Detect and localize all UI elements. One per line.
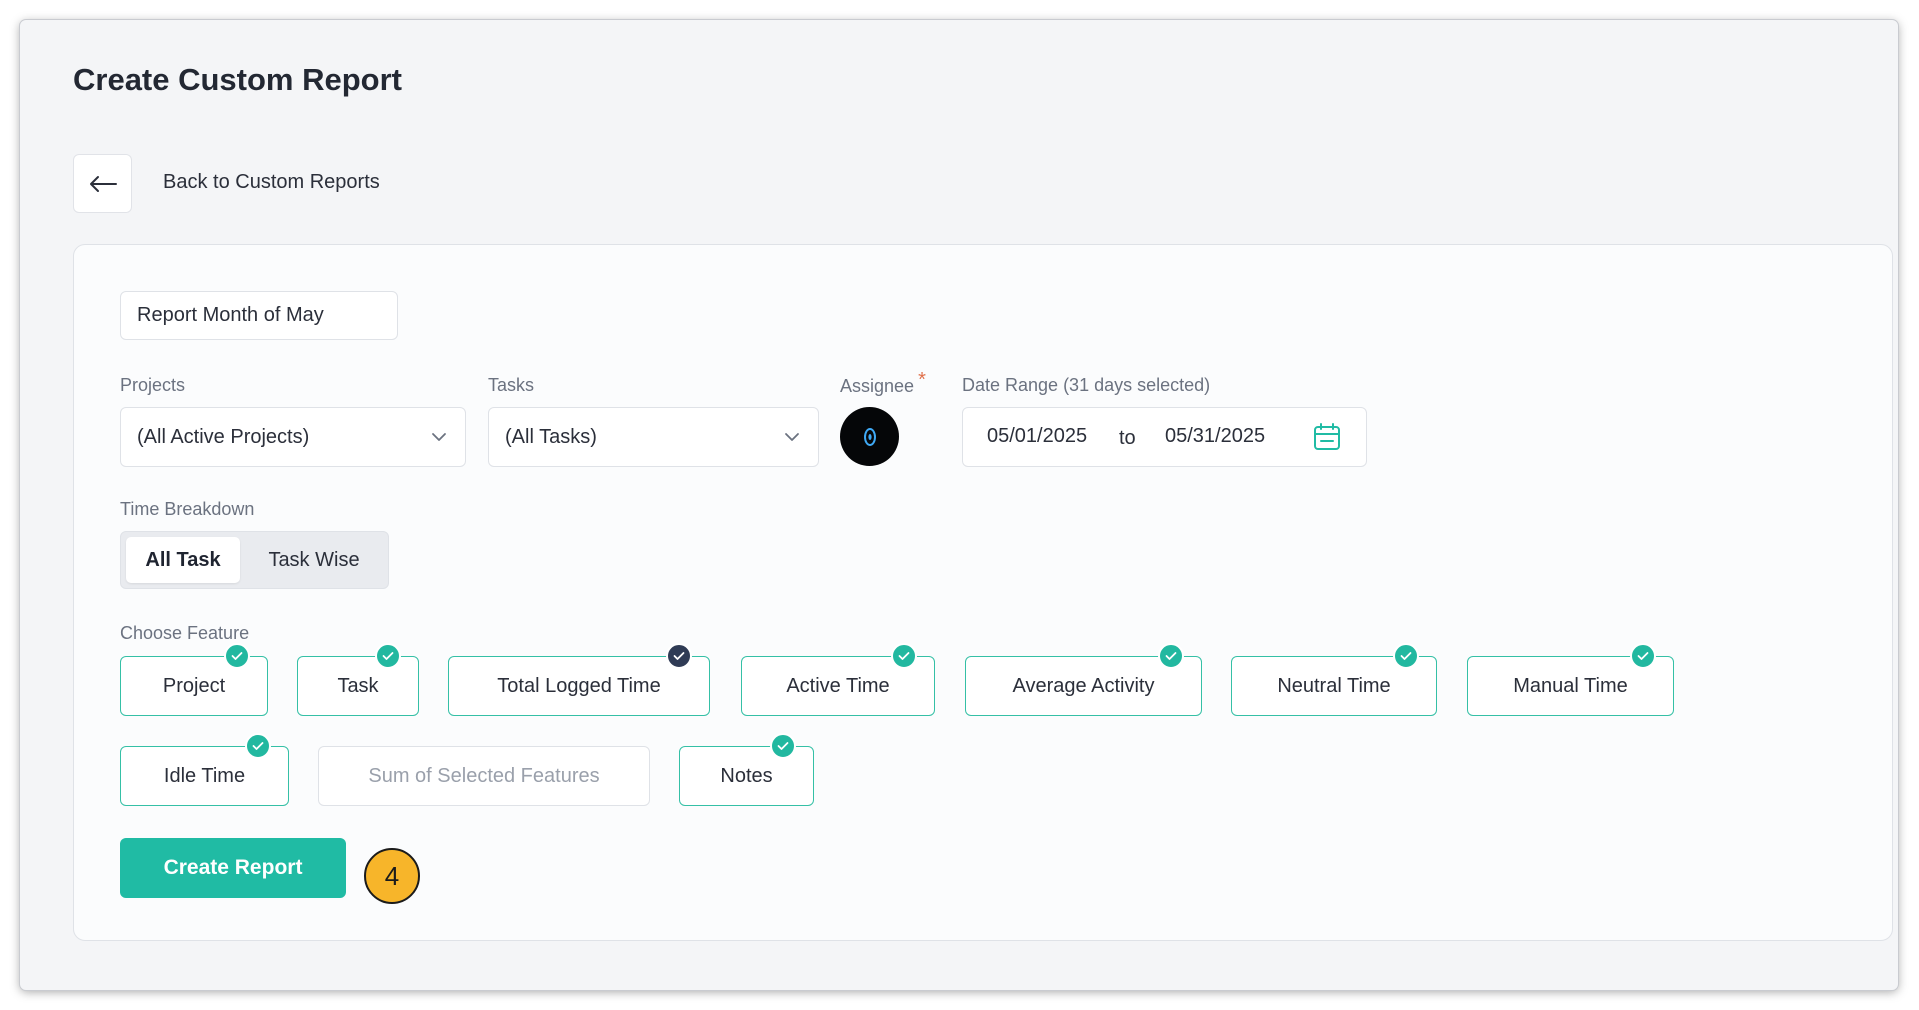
feature-chip-label: Project [162, 674, 226, 697]
check-icon [245, 733, 271, 759]
feature-chip-manual-time[interactable]: Manual Time [1467, 643, 1674, 716]
feature-chip-label: Neutral Time [1277, 674, 1391, 697]
feature-chip-label: Notes [720, 764, 773, 787]
date-start-input[interactable]: 05/01/2025 [987, 425, 1087, 448]
feature-chip-label: Idle Time [163, 764, 246, 787]
projects-select[interactable]: (All Active Projects) [120, 407, 466, 467]
feature-chip-idle-time[interactable]: Idle Time [120, 733, 289, 806]
check-icon [1158, 643, 1184, 669]
step-number-badge: 4 [364, 848, 420, 904]
chevron-down-icon [785, 433, 799, 441]
feature-chip-label: Sum of Selected Features [368, 764, 600, 787]
assignee-label-text: Assignee [840, 376, 915, 396]
choose-feature-label: Choose Feature [120, 623, 250, 643]
date-end-input[interactable]: 05/31/2025 [1165, 425, 1265, 448]
report-form-card: Projects (All Active Projects) Tasks (Al… [73, 244, 1893, 941]
feature-chip-neutral-time[interactable]: Neutral Time [1231, 643, 1437, 716]
feature-chip-active-time[interactable]: Active Time [741, 643, 935, 716]
chevron-down-icon [432, 433, 446, 441]
back-link-label[interactable]: Back to Custom Reports [163, 171, 380, 194]
feature-chip-average-activity[interactable]: Average Activity [965, 643, 1202, 716]
app-window: Create Custom Report Back to Custom Repo… [20, 20, 1898, 990]
date-range-label: Date Range (31 days selected) [962, 375, 1211, 395]
assignee-avatar[interactable] [840, 407, 899, 466]
feature-chip-project[interactable]: Project [120, 643, 268, 716]
feature-chip-sum-of-selected-features[interactable]: Sum of Selected Features [318, 746, 650, 806]
required-asterisk: * [918, 369, 926, 391]
create-report-button[interactable]: Create Report [120, 838, 346, 898]
avatar-icon [863, 427, 876, 446]
tasks-select-value: (All Tasks) [505, 425, 597, 448]
tasks-label: Tasks [488, 375, 535, 395]
check-icon [1393, 643, 1419, 669]
calendar-icon[interactable] [1312, 421, 1342, 453]
report-name-input[interactable] [120, 291, 398, 340]
time-breakdown-label: Time Breakdown [120, 499, 255, 519]
check-icon [375, 643, 401, 669]
feature-chip-notes[interactable]: Notes [679, 733, 814, 806]
assignee-label: Assignee * [840, 369, 926, 398]
check-icon [891, 643, 917, 669]
back-button[interactable] [73, 154, 132, 213]
toggle-task-wise[interactable]: Task Wise [246, 537, 382, 583]
projects-select-value: (All Active Projects) [137, 425, 310, 448]
projects-label: Projects [120, 375, 186, 395]
check-icon [224, 643, 250, 669]
feature-chip-total-logged-time[interactable]: Total Logged Time [448, 643, 710, 716]
feature-chip-label: Average Activity [1012, 674, 1155, 697]
feature-chip-label: Active Time [786, 674, 890, 697]
arrow-left-icon [89, 175, 117, 192]
check-icon [770, 733, 796, 759]
time-breakdown-toggle: All Task Task Wise [120, 531, 389, 589]
date-separator: to [1119, 427, 1136, 449]
feature-chip-label: Task [337, 674, 379, 697]
date-range-picker: 05/01/2025 to 05/31/2025 [962, 407, 1367, 467]
tasks-select[interactable]: (All Tasks) [488, 407, 819, 467]
toggle-all-task[interactable]: All Task [126, 537, 240, 583]
feature-chip-label: Total Logged Time [497, 674, 661, 697]
feature-chip-task[interactable]: Task [297, 643, 419, 716]
check-icon [666, 643, 692, 669]
page-title: Create Custom Report [73, 62, 402, 97]
feature-chip-label: Manual Time [1513, 674, 1628, 697]
check-icon [1630, 643, 1656, 669]
